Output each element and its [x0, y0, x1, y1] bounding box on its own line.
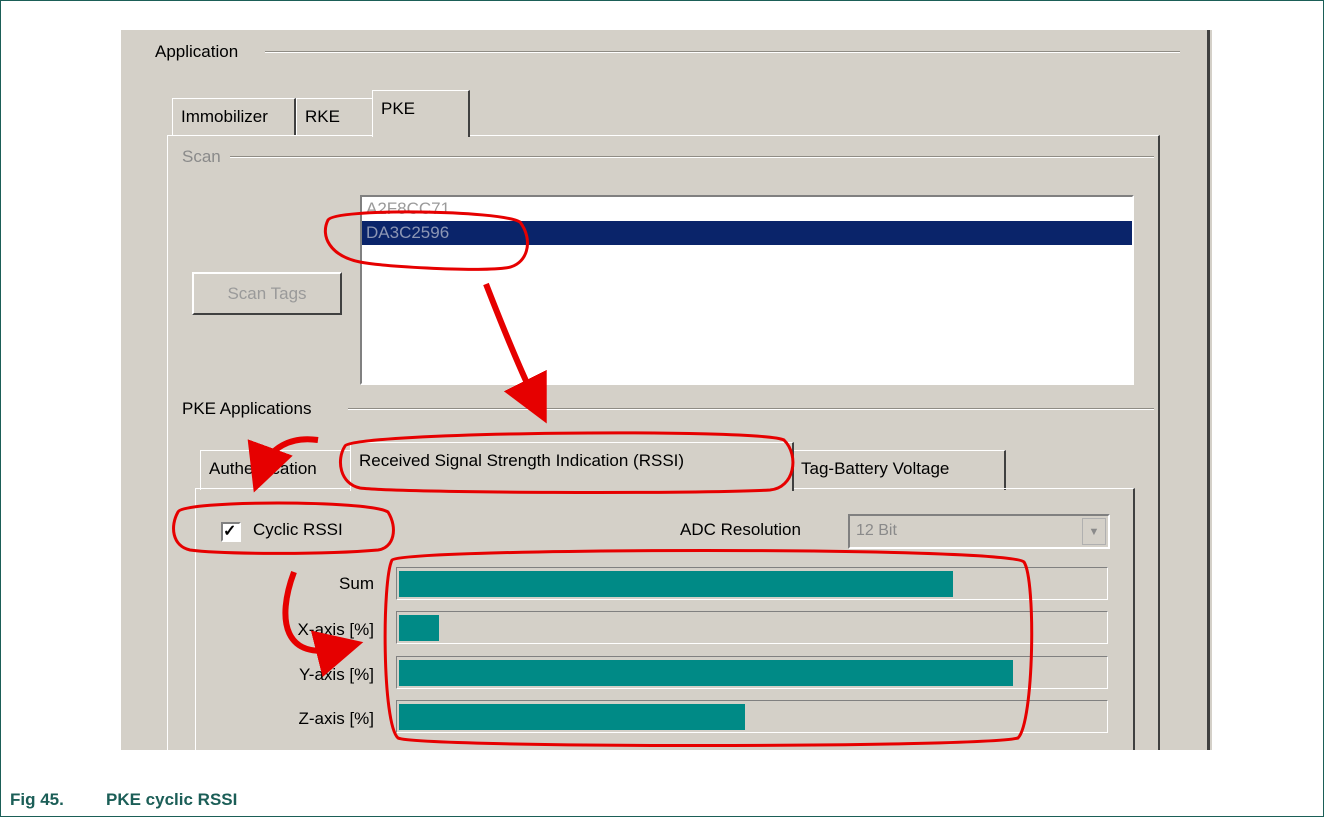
tab-rssi[interactable]: Received Signal Strength Indication (RSS…	[350, 442, 794, 491]
tab-pke[interactable]: PKE	[372, 90, 470, 137]
tab-rke[interactable]: RKE	[296, 98, 376, 136]
bar-track-x	[396, 611, 1108, 644]
bar-track-z	[396, 700, 1108, 733]
bar-label-sum: Sum	[339, 574, 374, 593]
bar-fill-z	[399, 704, 745, 730]
scan-group-label: Scan	[182, 147, 227, 167]
tab-battery-voltage[interactable]: Tag-Battery Voltage	[792, 450, 1006, 490]
application-group-line	[265, 51, 1180, 53]
window-right-edge	[1207, 30, 1210, 750]
tab-immobilizer[interactable]: Immobilizer	[172, 98, 296, 136]
scan-tags-button[interactable]: Scan Tags	[192, 272, 342, 315]
bar-label-z: Z-axis [%]	[298, 709, 374, 728]
scan-group-line	[230, 156, 1154, 158]
bar-track-y	[396, 656, 1108, 689]
adc-resolution-value: 12 Bit	[856, 522, 897, 539]
adc-resolution-label: ADC Resolution	[680, 520, 801, 539]
figure-title: PKE cyclic RSSI	[106, 790, 238, 809]
pke-applications-group-line	[348, 408, 1154, 410]
checkmark-icon: ✓	[223, 523, 237, 540]
list-item[interactable]: A2F8CC71	[362, 197, 1132, 221]
cyclic-rssi-label: Cyclic RSSI	[253, 520, 343, 539]
bar-track-sum	[396, 567, 1108, 600]
window-left-edge	[120, 30, 121, 750]
bar-label-x: X-axis [%]	[297, 620, 374, 639]
tag-listbox[interactable]: A2F8CC71 DA3C2596	[360, 195, 1134, 385]
bar-label-y: Y-axis [%]	[299, 665, 374, 684]
cyclic-rssi-checkbox[interactable]: ✓	[221, 522, 241, 542]
figure-caption: Fig 45. PKE cyclic RSSI	[10, 790, 237, 810]
pke-applications-label: PKE Applications	[182, 399, 318, 419]
adc-resolution-select[interactable]: 12 Bit ▼	[848, 514, 1110, 549]
bar-fill-sum	[399, 571, 953, 597]
application-group-label: Application	[155, 42, 245, 62]
figure-number: Fig 45.	[10, 790, 64, 809]
bar-fill-x	[399, 615, 439, 641]
bar-fill-y	[399, 660, 1013, 686]
list-item-selected[interactable]: DA3C2596	[362, 221, 1132, 245]
chevron-down-icon[interactable]: ▼	[1082, 518, 1106, 545]
application-window: Application Immobilizer RKE PKE Scan Sca…	[120, 30, 1212, 750]
tab-authentication[interactable]: Authentication	[200, 450, 352, 490]
